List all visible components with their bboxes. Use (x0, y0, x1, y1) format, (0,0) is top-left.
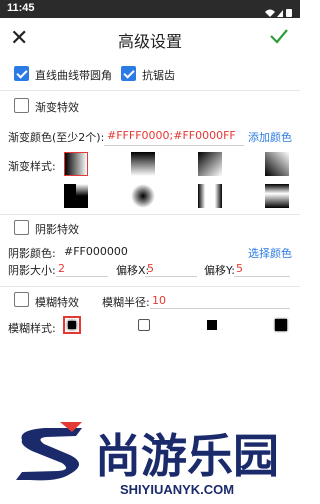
gradient-style-linear-v[interactable] (131, 152, 155, 176)
blur-radius-underline (150, 308, 290, 309)
page-title: 高级设置 (117, 32, 182, 51)
shadow-color-label: 阴影颜色: (8, 247, 56, 260)
gradient-style-radial[interactable] (131, 184, 155, 208)
gradient-style-mirror[interactable] (198, 184, 222, 208)
divider (0, 90, 300, 91)
gradient-style-linear-h[interactable] (64, 152, 88, 176)
gradient-style-mirror-v[interactable] (265, 184, 289, 208)
gradient-style-label: 渐变样式: (8, 160, 56, 173)
divider (0, 286, 300, 287)
offset-x-underline (145, 276, 197, 277)
choose-color-link[interactable]: 选择颜色 (248, 245, 292, 261)
status-bar: 11:45 (0, 0, 300, 18)
shadow-size-label: 阴影大小: (8, 264, 56, 277)
blur-style-normal[interactable] (63, 316, 81, 334)
gradient-color-underline (104, 145, 244, 146)
gradient-color-label: 渐变颜色(至少2个): (8, 131, 105, 144)
shadow-checkbox[interactable] (14, 220, 29, 235)
blur-checkbox[interactable] (14, 292, 29, 307)
watermark-logo-icon: 尚游乐园 SHIYIUANYK.COM (16, 422, 279, 497)
blur-label: 模糊特效 (35, 296, 79, 309)
blur-style-outer[interactable] (138, 319, 150, 331)
svg-text:SHIYIUANYK.COM: SHIYIUANYK.COM (120, 482, 234, 497)
shadow-label: 阴影特效 (35, 223, 79, 236)
round-corners-checkbox[interactable] (14, 66, 29, 81)
svg-text:尚游乐园: 尚游乐园 (95, 429, 279, 483)
gradient-style-diagonal-2[interactable] (265, 152, 289, 176)
offset-x-input[interactable]: 5 (147, 262, 154, 275)
blur-style-label: 模糊样式: (8, 322, 56, 335)
shadow-color-value[interactable]: #FF000000 (64, 245, 128, 258)
offset-y-input[interactable]: 5 (236, 262, 243, 275)
shadow-size-input[interactable]: 2 (58, 262, 65, 275)
title-bar: ✕ 高级设置 (0, 18, 300, 60)
offset-y-label: 偏移Y: (204, 264, 235, 277)
divider (0, 214, 300, 215)
gradient-color-input[interactable]: #FFFF0000;#FF0000FF (107, 129, 236, 142)
round-corners-label: 直线曲线带圆角 (35, 69, 112, 82)
blur-style-inner[interactable] (275, 319, 287, 331)
blur-radius-input[interactable]: 10 (152, 294, 166, 307)
gradient-label: 渐变特效 (35, 101, 79, 114)
gradient-style-diagonal[interactable] (198, 152, 222, 176)
gradient-checkbox[interactable] (14, 98, 29, 113)
add-color-link[interactable]: 添加颜色 (248, 129, 292, 145)
offset-y-underline (234, 276, 290, 277)
antialias-checkbox[interactable] (121, 66, 136, 81)
wifi-battery-icon (265, 9, 292, 17)
antialias-label: 抗锯齿 (142, 69, 175, 82)
blur-style-solid[interactable] (207, 320, 217, 330)
watermark: 尚游乐园 SHIYIUANYK.COM (0, 400, 300, 500)
shadow-size-underline (56, 276, 108, 277)
gradient-style-corner[interactable] (64, 184, 88, 208)
blur-radius-label: 模糊半径: (102, 296, 150, 309)
status-time: 11:45 (7, 2, 35, 14)
confirm-check-icon[interactable] (270, 28, 288, 48)
